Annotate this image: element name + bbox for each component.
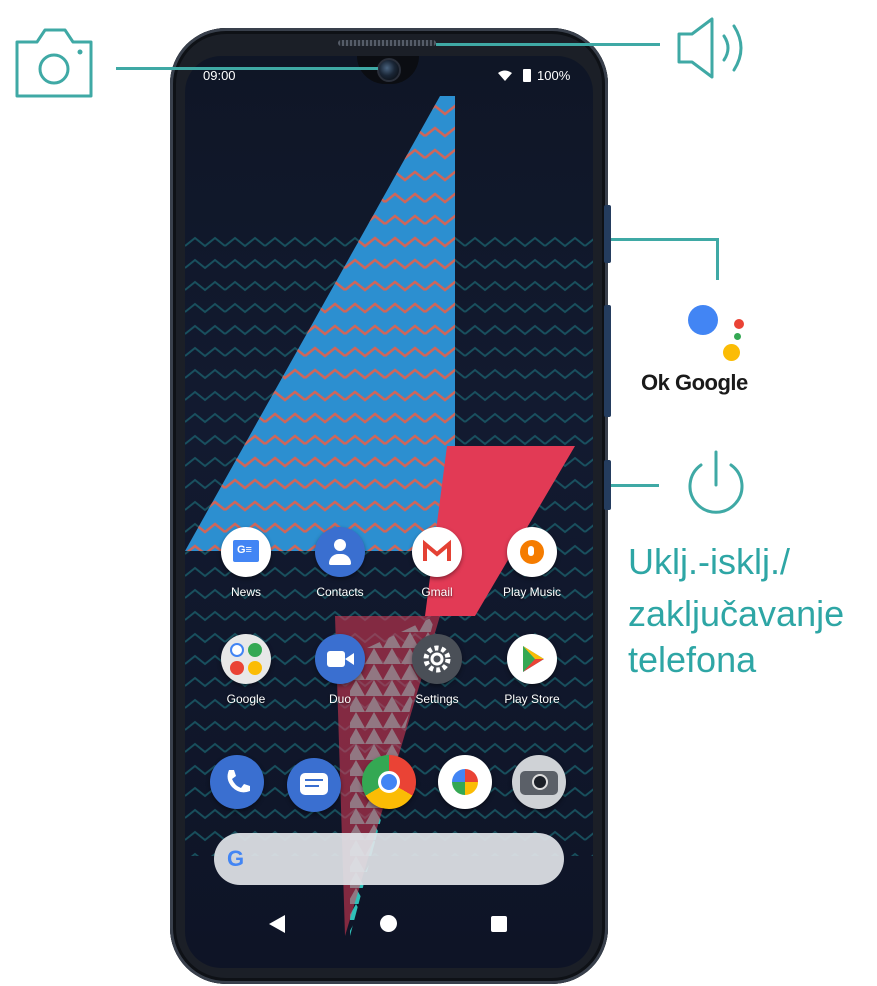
app-label: Contacts — [316, 585, 364, 599]
contacts-icon — [315, 527, 365, 577]
power-outline-icon — [688, 450, 744, 514]
play-store-icon — [507, 634, 557, 684]
app-label: News — [230, 585, 261, 599]
app-gmail[interactable]: Gmail — [392, 527, 482, 599]
google-logo-text: G — [227, 846, 245, 871]
camera-callout-line — [116, 67, 378, 70]
gmail-icon — [412, 527, 462, 577]
google-news-icon: G≡ — [221, 527, 271, 577]
power-label-line-2: zaključavanje — [628, 593, 845, 634]
home-screen — [185, 56, 593, 968]
google-folder-icon — [221, 634, 271, 684]
messages-icon[interactable] — [287, 758, 341, 812]
front-camera-lens — [377, 58, 401, 82]
app-label: Google — [226, 692, 266, 706]
battery-icon — [523, 69, 531, 82]
camera-icon[interactable] — [512, 755, 566, 809]
photos-icon[interactable] — [438, 755, 492, 809]
phone-icon[interactable] — [210, 755, 264, 809]
app-label: Duo — [328, 692, 351, 706]
app-label: Play Music — [502, 585, 561, 599]
wifi-icon — [498, 70, 512, 81]
earpiece-speaker — [338, 40, 436, 46]
app-settings[interactable]: Settings — [392, 634, 482, 706]
assistant-dot-green — [734, 333, 741, 340]
settings-icon — [412, 634, 462, 684]
assistant-callout-line-v — [716, 238, 719, 280]
app-label: Gmail — [421, 585, 453, 599]
duo-icon — [315, 634, 365, 684]
google-g-icon: G — [227, 846, 253, 872]
wallpaper — [185, 96, 593, 936]
home-button[interactable] — [380, 915, 397, 932]
assistant-dot-red — [734, 319, 744, 329]
app-news[interactable]: G≡ News — [201, 527, 291, 599]
camera-outline-icon — [15, 28, 93, 98]
status-time: 09:00 — [203, 68, 236, 83]
chrome-icon[interactable] — [362, 755, 416, 809]
app-contacts[interactable]: Contacts — [295, 527, 385, 599]
battery-percent: 100% — [537, 68, 571, 83]
app-label: Settings — [415, 692, 459, 706]
speaker-outline-icon — [677, 17, 743, 79]
power-label-line-3: telefona — [628, 639, 757, 680]
app-label: Play Store — [504, 692, 560, 706]
app-duo[interactable]: Duo — [295, 634, 385, 706]
speaker-callout-line — [436, 43, 660, 46]
recents-button[interactable] — [491, 916, 507, 932]
app-play-store[interactable]: Play Store — [487, 634, 577, 706]
volume-up-button[interactable] — [604, 205, 611, 263]
app-google-folder[interactable]: Google — [201, 634, 291, 706]
google-search-bar[interactable] — [214, 833, 564, 885]
assistant-button[interactable] — [604, 305, 611, 417]
app-play-music[interactable]: Play Music — [487, 527, 577, 599]
power-label-line-1: Uklj.-isklj./ — [628, 541, 790, 582]
assistant-callout-line-h — [611, 238, 719, 241]
assistant-dot-yellow — [723, 344, 740, 361]
power-button[interactable] — [604, 460, 611, 510]
power-callout-line — [611, 484, 659, 487]
back-button[interactable] — [268, 914, 286, 934]
assistant-dot-blue — [688, 305, 718, 335]
ok-google-label: Ok Google — [641, 370, 748, 395]
play-music-icon — [507, 527, 557, 577]
